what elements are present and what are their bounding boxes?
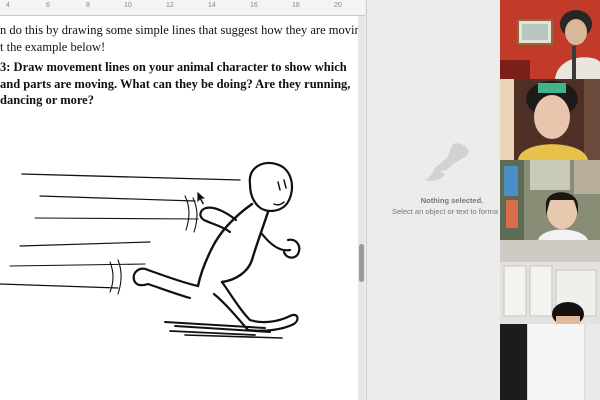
- ruler-tick: 18: [292, 2, 300, 9]
- running-figure-illustration: [0, 161, 301, 339]
- participant-video-tile[interactable]: [500, 160, 600, 240]
- document-body[interactable]: n do this by drawing some simple lines t…: [0, 22, 358, 109]
- paintbrush-icon: [425, 143, 469, 181]
- ruler-tick: 14: [208, 2, 216, 9]
- ruler-tick: 12: [166, 2, 174, 9]
- doc-line: t the example below!: [0, 39, 106, 54]
- horizontal-ruler[interactable]: 4 6 8 10 12 14 16 18 20: [0, 0, 365, 16]
- participant-video: [500, 79, 600, 160]
- doc-line-task-heading: and parts are moving. What can they be d…: [0, 76, 351, 91]
- ruler-tick: 16: [250, 2, 258, 9]
- document-area: 4 6 8 10 12 14 16 18 20 n do this by dra…: [0, 0, 365, 400]
- nothing-selected-hint: Select an object or text to forma: [392, 207, 498, 216]
- panel-edge: [584, 324, 600, 400]
- doc-line-task-heading: 3: Draw movement lines on your animal ch…: [0, 60, 347, 74]
- ruler-tick: 6: [46, 2, 50, 9]
- participant-video-tile[interactable]: [500, 0, 600, 79]
- mouse-cursor-icon: [196, 190, 208, 206]
- participant-video-tile[interactable]: [500, 79, 600, 160]
- scrollbar-thumb[interactable]: [359, 244, 364, 282]
- ruler-tick: 10: [124, 2, 132, 9]
- ruler-tick: 20: [334, 2, 342, 9]
- participant-video-tile[interactable]: [500, 240, 600, 324]
- ruler-tick: 8: [86, 2, 90, 9]
- doc-line-task-heading: dancing or more?: [0, 93, 94, 107]
- participant-video: [500, 240, 600, 324]
- doc-line: n do this by drawing some simple lines t…: [0, 23, 358, 37]
- document-page[interactable]: n do this by drawing some simple lines t…: [0, 16, 358, 400]
- participant-video: [500, 0, 600, 79]
- empty-panel: [527, 324, 600, 400]
- format-inspector-panel: Nothing selected. Select an object or te…: [366, 0, 500, 400]
- document-scrollbar[interactable]: [358, 16, 365, 400]
- participant-video: [500, 160, 600, 240]
- ruler-tick: 4: [6, 2, 10, 9]
